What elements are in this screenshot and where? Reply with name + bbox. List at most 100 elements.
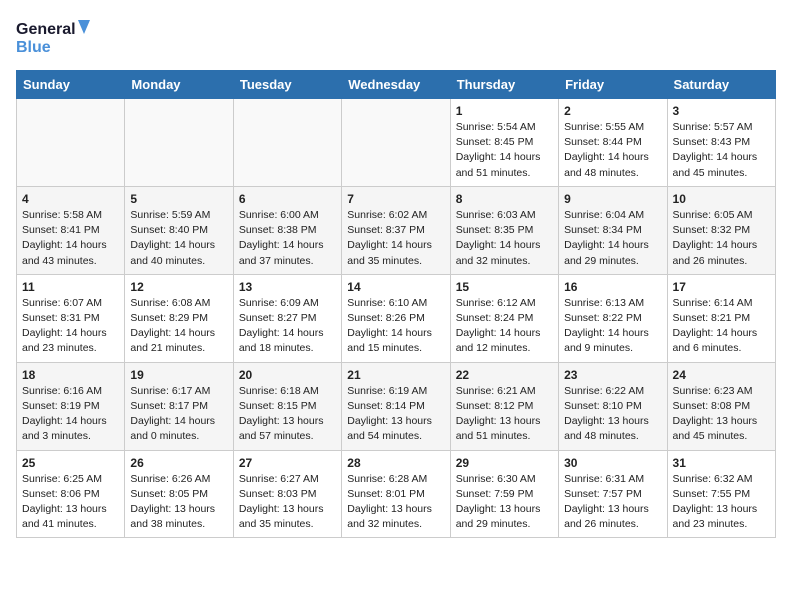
day-detail: Sunrise: 5:58 AM Sunset: 8:41 PM Dayligh…: [22, 208, 119, 269]
day-detail: Sunrise: 6:25 AM Sunset: 8:06 PM Dayligh…: [22, 472, 119, 533]
day-cell: 6 Sunrise: 6:00 AM Sunset: 8:38 PM Daylig…: [233, 186, 341, 274]
day-number: 20: [239, 368, 336, 382]
day-number: 12: [130, 280, 227, 294]
day-cell: 12 Sunrise: 6:08 AM Sunset: 8:29 PM Dayli…: [125, 274, 233, 362]
day-detail: Sunrise: 6:00 AM Sunset: 8:38 PM Dayligh…: [239, 208, 336, 269]
day-number: 6: [239, 192, 336, 206]
header-row: SundayMondayTuesdayWednesdayThursdayFrid…: [17, 71, 776, 99]
day-detail: Sunrise: 6:22 AM Sunset: 8:10 PM Dayligh…: [564, 384, 661, 445]
day-cell: 9Sunrise: 6:04 AM Sunset: 8:34 PM Daylig…: [559, 186, 667, 274]
day-detail: Sunrise: 6:07 AM Sunset: 8:31 PM Dayligh…: [22, 296, 119, 357]
day-number: 31: [673, 456, 770, 470]
calendar-header: SundayMondayTuesdayWednesdayThursdayFrid…: [17, 71, 776, 99]
day-detail: Sunrise: 6:08 AM Sunset: 8:29 PM Dayligh…: [130, 296, 227, 357]
day-number: 26: [130, 456, 227, 470]
day-detail: Sunrise: 6:03 AM Sunset: 8:35 PM Dayligh…: [456, 208, 553, 269]
day-cell: 29Sunrise: 6:30 AM Sunset: 7:59 PM Dayli…: [450, 450, 558, 538]
day-detail: Sunrise: 6:21 AM Sunset: 8:12 PM Dayligh…: [456, 384, 553, 445]
day-number: 11: [22, 280, 119, 294]
day-number: 1: [456, 104, 553, 118]
day-number: 23: [564, 368, 661, 382]
day-detail: Sunrise: 5:55 AM Sunset: 8:44 PM Dayligh…: [564, 120, 661, 181]
week-row-1: 1 Sunrise: 5:54 AM Sunset: 8:45 PM Daylig…: [17, 99, 776, 187]
day-cell: 1 Sunrise: 5:54 AM Sunset: 8:45 PM Daylig…: [450, 99, 558, 187]
day-cell: 11 Sunrise: 6:07 AM Sunset: 8:31 PM Dayli…: [17, 274, 125, 362]
svg-text:Blue: Blue: [16, 39, 51, 56]
day-number: 30: [564, 456, 661, 470]
day-cell: 7 Sunrise: 6:02 AM Sunset: 8:37 PM Daylig…: [342, 186, 450, 274]
day-number: 2: [564, 104, 661, 118]
day-detail: Sunrise: 6:19 AM Sunset: 8:14 PM Dayligh…: [347, 384, 444, 445]
day-cell: 2 Sunrise: 5:55 AM Sunset: 8:44 PM Daylig…: [559, 99, 667, 187]
day-number: 10: [673, 192, 770, 206]
day-number: 8: [456, 192, 553, 206]
day-cell: 31Sunrise: 6:32 AM Sunset: 7:55 PM Dayli…: [667, 450, 775, 538]
day-cell: 16 Sunrise: 6:13 AM Sunset: 8:22 PM Dayli…: [559, 274, 667, 362]
day-number: 9: [564, 192, 661, 206]
day-number: 18: [22, 368, 119, 382]
day-detail: Sunrise: 6:05 AM Sunset: 8:32 PM Dayligh…: [673, 208, 770, 269]
day-number: 21: [347, 368, 444, 382]
day-detail: Sunrise: 6:31 AM Sunset: 7:57 PM Dayligh…: [564, 472, 661, 533]
day-cell: [233, 99, 341, 187]
day-detail: Sunrise: 6:30 AM Sunset: 7:59 PM Dayligh…: [456, 472, 553, 533]
day-cell: 20 Sunrise: 6:18 AM Sunset: 8:15 PM Dayli…: [233, 362, 341, 450]
day-number: 15: [456, 280, 553, 294]
day-detail: Sunrise: 5:57 AM Sunset: 8:43 PM Dayligh…: [673, 120, 770, 181]
day-cell: 19 Sunrise: 6:17 AM Sunset: 8:17 PM Dayli…: [125, 362, 233, 450]
day-cell: 18 Sunrise: 6:16 AM Sunset: 8:19 PM Dayli…: [17, 362, 125, 450]
day-detail: Sunrise: 5:59 AM Sunset: 8:40 PM Dayligh…: [130, 208, 227, 269]
day-detail: Sunrise: 6:18 AM Sunset: 8:15 PM Dayligh…: [239, 384, 336, 445]
col-header-thursday: Thursday: [450, 71, 558, 99]
logo: GeneralBlue: [16, 16, 96, 60]
day-detail: Sunrise: 6:28 AM Sunset: 8:01 PM Dayligh…: [347, 472, 444, 533]
week-row-5: 25 Sunrise: 6:25 AM Sunset: 8:06 PM Dayli…: [17, 450, 776, 538]
day-cell: 4 Sunrise: 5:58 AM Sunset: 8:41 PM Daylig…: [17, 186, 125, 274]
day-number: 22: [456, 368, 553, 382]
col-header-wednesday: Wednesday: [342, 71, 450, 99]
col-header-monday: Monday: [125, 71, 233, 99]
day-cell: 10 Sunrise: 6:05 AM Sunset: 8:32 PM Dayli…: [667, 186, 775, 274]
day-cell: 27Sunrise: 6:27 AM Sunset: 8:03 PM Dayli…: [233, 450, 341, 538]
day-detail: Sunrise: 6:13 AM Sunset: 8:22 PM Dayligh…: [564, 296, 661, 357]
day-detail: Sunrise: 6:23 AM Sunset: 8:08 PM Dayligh…: [673, 384, 770, 445]
day-cell: [17, 99, 125, 187]
logo-icon: GeneralBlue: [16, 16, 96, 60]
calendar-table: SundayMondayTuesdayWednesdayThursdayFrid…: [16, 70, 776, 538]
day-cell: 28 Sunrise: 6:28 AM Sunset: 8:01 PM Dayli…: [342, 450, 450, 538]
day-number: 28: [347, 456, 444, 470]
day-detail: Sunrise: 6:10 AM Sunset: 8:26 PM Dayligh…: [347, 296, 444, 357]
day-number: 4: [22, 192, 119, 206]
day-cell: 8 Sunrise: 6:03 AM Sunset: 8:35 PM Daylig…: [450, 186, 558, 274]
day-cell: 13Sunrise: 6:09 AM Sunset: 8:27 PM Dayli…: [233, 274, 341, 362]
day-detail: Sunrise: 6:02 AM Sunset: 8:37 PM Dayligh…: [347, 208, 444, 269]
page-header: GeneralBlue: [16, 16, 776, 60]
day-number: 16: [564, 280, 661, 294]
day-cell: 25 Sunrise: 6:25 AM Sunset: 8:06 PM Dayli…: [17, 450, 125, 538]
day-detail: Sunrise: 6:16 AM Sunset: 8:19 PM Dayligh…: [22, 384, 119, 445]
day-cell: 5Sunrise: 5:59 AM Sunset: 8:40 PM Daylig…: [125, 186, 233, 274]
day-number: 19: [130, 368, 227, 382]
col-header-tuesday: Tuesday: [233, 71, 341, 99]
day-cell: 30 Sunrise: 6:31 AM Sunset: 7:57 PM Dayli…: [559, 450, 667, 538]
day-cell: 21 Sunrise: 6:19 AM Sunset: 8:14 PM Dayli…: [342, 362, 450, 450]
svg-text:General: General: [16, 21, 76, 38]
day-number: 25: [22, 456, 119, 470]
day-detail: Sunrise: 5:54 AM Sunset: 8:45 PM Dayligh…: [456, 120, 553, 181]
day-detail: Sunrise: 6:17 AM Sunset: 8:17 PM Dayligh…: [130, 384, 227, 445]
day-number: 3: [673, 104, 770, 118]
day-number: 13: [239, 280, 336, 294]
day-number: 7: [347, 192, 444, 206]
day-number: 14: [347, 280, 444, 294]
day-number: 27: [239, 456, 336, 470]
week-row-2: 4 Sunrise: 5:58 AM Sunset: 8:41 PM Daylig…: [17, 186, 776, 274]
day-detail: Sunrise: 6:14 AM Sunset: 8:21 PM Dayligh…: [673, 296, 770, 357]
week-row-3: 11 Sunrise: 6:07 AM Sunset: 8:31 PM Dayli…: [17, 274, 776, 362]
day-cell: 15Sunrise: 6:12 AM Sunset: 8:24 PM Dayli…: [450, 274, 558, 362]
col-header-friday: Friday: [559, 71, 667, 99]
calendar-body: 1 Sunrise: 5:54 AM Sunset: 8:45 PM Daylig…: [17, 99, 776, 538]
day-cell: 23 Sunrise: 6:22 AM Sunset: 8:10 PM Dayli…: [559, 362, 667, 450]
day-cell: 26 Sunrise: 6:26 AM Sunset: 8:05 PM Dayli…: [125, 450, 233, 538]
day-cell: 22 Sunrise: 6:21 AM Sunset: 8:12 PM Dayli…: [450, 362, 558, 450]
day-detail: Sunrise: 6:26 AM Sunset: 8:05 PM Dayligh…: [130, 472, 227, 533]
